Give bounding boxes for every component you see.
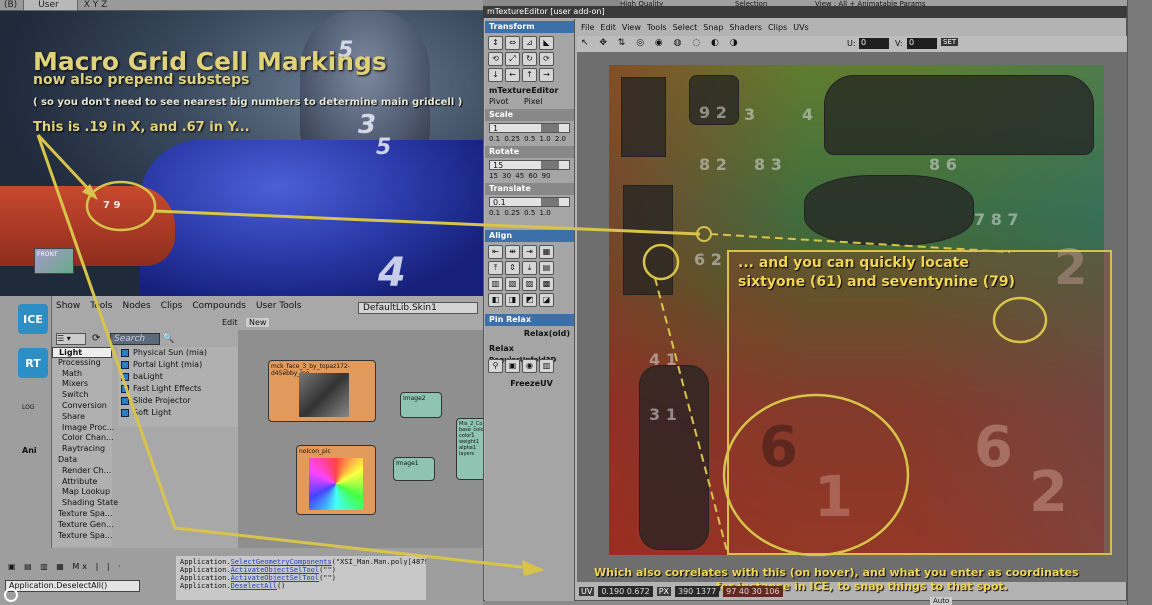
arrow-line [36,133,97,198]
pointer-line [154,209,701,236]
pointer-dash [654,277,729,556]
highlight-ring-large-61 [722,393,910,557]
highlight-ring [85,180,157,232]
highlight-ring-61 [642,243,680,281]
annotation-overlay [36,133,1048,576]
pointer-dash [709,233,1011,253]
highlight-ring-79 [992,296,1048,344]
arrow-line [36,134,531,570]
arrow-head [522,560,545,576]
